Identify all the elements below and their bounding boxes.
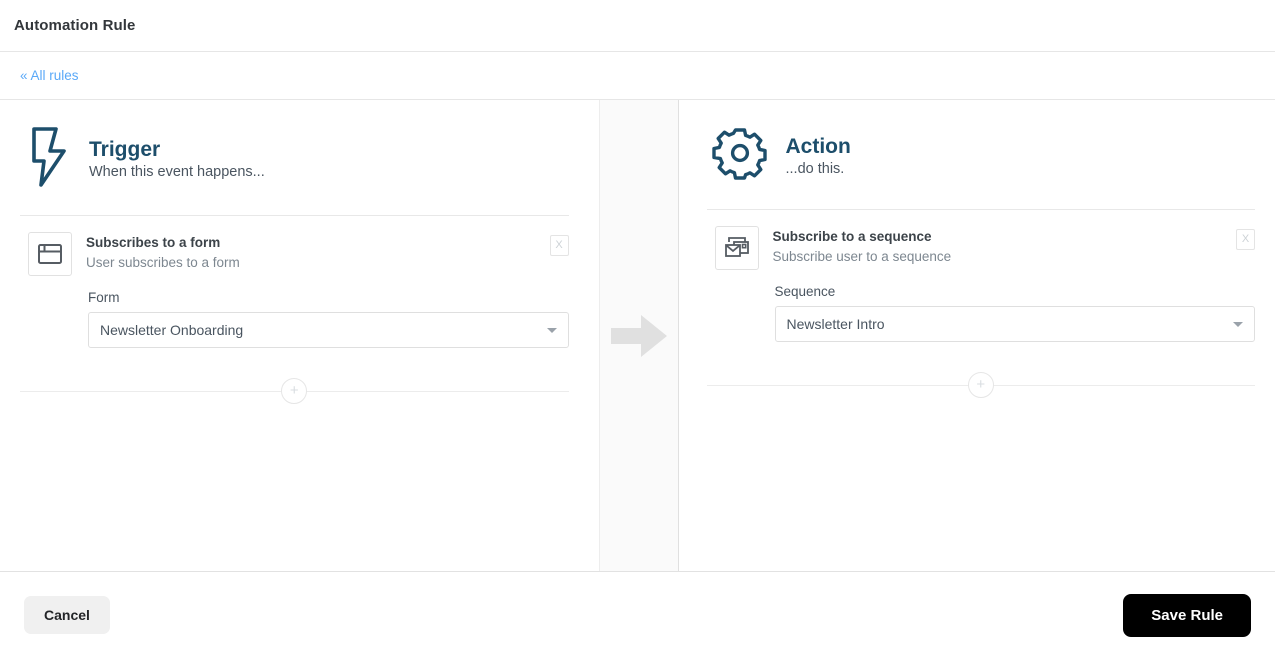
- trigger-step-subtitle: User subscribes to a form: [86, 254, 240, 270]
- trigger-panel: Trigger When this event happens... Subsc…: [0, 100, 599, 571]
- sequence-select[interactable]: Newsletter Intro: [774, 306, 1255, 342]
- save-rule-button[interactable]: Save Rule: [1123, 593, 1251, 637]
- page-title: Automation Rule: [14, 17, 136, 34]
- chevron-down-icon: [1233, 322, 1243, 327]
- rule-editor-body: Trigger When this event happens... Subsc…: [0, 100, 1275, 572]
- footer-bar: Cancel Save Rule: [0, 572, 1275, 658]
- flow-divider: [598, 100, 679, 571]
- remove-trigger-button[interactable]: X: [549, 235, 569, 256]
- trigger-step-title: Subscribes to a form: [86, 235, 221, 250]
- arrow-right-icon: [610, 314, 667, 357]
- action-step-card[interactable]: Subscribe to a sequence Subscribe user t…: [707, 210, 1255, 270]
- form-select[interactable]: Newsletter Onboarding: [88, 312, 569, 348]
- trigger-step-card[interactable]: Subscribes to a form User subscribes to …: [20, 216, 569, 276]
- trigger-header: Trigger When this event happens...: [20, 100, 569, 216]
- gear-icon: [711, 126, 768, 187]
- action-step-title: Subscribe to a sequence: [772, 229, 932, 244]
- action-panel: Action ...do this. Subscribe to a sequen…: [679, 100, 1275, 571]
- all-rules-back-link[interactable]: « All rules: [20, 68, 79, 83]
- add-trigger-button[interactable]: +: [281, 378, 308, 404]
- trigger-subtitle: When this event happens...: [89, 163, 265, 180]
- action-add-row: +: [706, 372, 1256, 398]
- action-header: Action ...do this.: [706, 100, 1255, 210]
- trigger-add-row: +: [20, 378, 569, 404]
- trigger-title: Trigger: [89, 137, 161, 161]
- sequence-select-value: Newsletter Intro: [786, 316, 885, 332]
- breadcrumb: « All rules: [0, 52, 1275, 100]
- cancel-button[interactable]: Cancel: [24, 596, 110, 634]
- lightning-bolt-icon: [25, 126, 71, 193]
- action-step-subtitle: Subscribe user to a sequence: [772, 248, 952, 264]
- add-action-button[interactable]: +: [967, 372, 994, 398]
- remove-action-button[interactable]: X: [1236, 229, 1255, 250]
- automation-rule-page: Automation Rule « All rules Trigger When…: [0, 0, 1275, 658]
- sequence-field-label: Sequence: [774, 284, 836, 299]
- form-select-value: Newsletter Onboarding: [100, 322, 244, 338]
- action-title: Action: [785, 134, 851, 158]
- action-subtitle: ...do this.: [785, 160, 845, 177]
- trigger-form-field: Form Newsletter Onboarding: [20, 276, 569, 348]
- window-titlebar: Automation Rule: [0, 0, 1275, 52]
- browser-window-icon: [28, 232, 72, 276]
- chevron-down-icon: [546, 328, 557, 333]
- action-sequence-field: Sequence Newsletter Intro: [707, 270, 1255, 342]
- envelope-sequence-icon: [714, 226, 759, 270]
- form-field-label: Form: [88, 290, 120, 305]
